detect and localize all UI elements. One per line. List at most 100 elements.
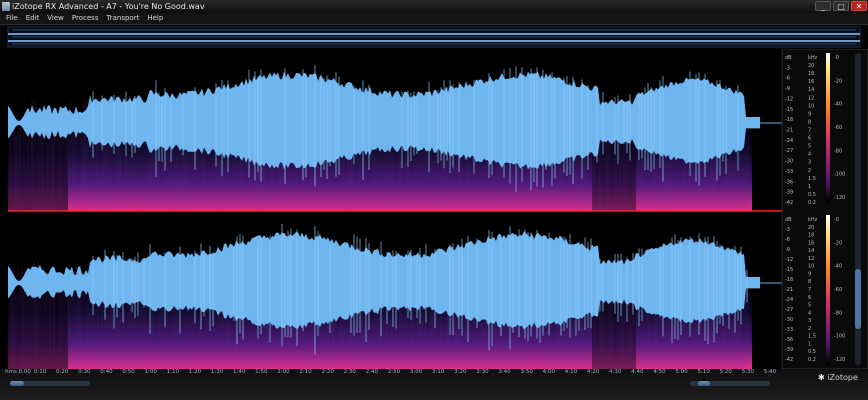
db-scale-label: -30 <box>785 159 793 165</box>
db-scale-label: -15 <box>785 267 793 273</box>
db-scale-label: -39 <box>785 347 793 353</box>
colorbar-label: -40 <box>834 264 842 270</box>
db-scale-label: -21 <box>785 128 793 134</box>
channel-right[interactable] <box>8 213 782 369</box>
time-ruler[interactable]: hms 0.00 0:10 0:20 0:30 0:40 0:50 1:00 1:10 1:20… <box>0 369 868 377</box>
amplitude-zoom-thumb[interactable] <box>698 381 710 386</box>
db-scale-label: -18 <box>785 117 793 123</box>
time-ruler-label: 2:00 <box>277 369 290 375</box>
time-ruler-label: 0:40 <box>100 369 113 375</box>
frequency-scale-label: 4 <box>808 152 811 158</box>
frequency-scale-label: 8 <box>808 119 811 125</box>
time-ruler-label: 5:10 <box>697 369 710 375</box>
colorbar-label: -40 <box>834 102 842 108</box>
time-ruler-label: 0:30 <box>78 369 91 375</box>
time-ruler-label: 2:50 <box>387 369 401 375</box>
horizontal-zoom-thumb[interactable] <box>10 381 24 386</box>
menu-help[interactable]: Help <box>143 13 167 24</box>
db-scale-label: -9 <box>785 247 790 253</box>
time-ruler-label: 1:00 <box>144 369 157 375</box>
frequency-scale-label: 20 <box>808 225 814 231</box>
frequency-scale-label: 9 <box>808 111 811 117</box>
db-scale-label: -36 <box>785 179 793 185</box>
channel-left[interactable] <box>8 51 782 211</box>
bottom-bar: hms 0.00 0:10 0:20 0:30 0:40 0:50 1:00 1:10 1:20… <box>0 369 868 400</box>
time-ruler-label: 1:40 <box>232 369 246 375</box>
time-ruler-label: 3:30 <box>476 369 489 375</box>
spectrogram-waveform-display[interactable]: dB-3-6-9-12-15-18-21-24-27-30-33-36-39-4… <box>0 48 868 370</box>
colorbar-label: -120 <box>834 195 845 201</box>
frequency-scale-label: 0.2 <box>808 357 816 363</box>
frequency-scale-label: 2 <box>808 168 811 174</box>
app-icon <box>2 2 10 11</box>
amplitude-zoom-track[interactable] <box>690 381 770 386</box>
time-ruler-label: 2:30 <box>343 369 356 375</box>
menu-bar: File Edit View Process Transport Help <box>0 13 868 25</box>
horizontal-zoom-track[interactable] <box>10 381 90 386</box>
menu-transport[interactable]: Transport <box>102 13 143 24</box>
colorbar-label: -60 <box>834 287 842 293</box>
spectrogram-editor[interactable]: dB -3 -6 -9 -12 -15 -18 -21 -24 -27 -30 -33 -36 -39 -4… <box>0 48 868 400</box>
menu-file[interactable]: File <box>2 13 22 24</box>
time-ruler-label: 2:10 <box>299 369 312 375</box>
frequency-scale-label: 1.5 <box>808 334 816 340</box>
db-scale-label: -12 <box>785 257 793 263</box>
frequency-scale-label: 7 <box>808 287 811 293</box>
frequency-scale-label: 2 <box>808 326 811 332</box>
frequency-scale-label: 16 <box>808 240 814 246</box>
time-ruler-label: 4:50 <box>653 369 666 375</box>
db-scale-label: -24 <box>785 297 793 303</box>
frequency-scale-label: 0.5 <box>808 349 816 355</box>
frequency-scale-label: 3 <box>808 160 811 166</box>
time-ruler-label: 1:20 <box>188 369 202 375</box>
spectrogram-color-bar <box>826 215 830 365</box>
frequency-scale-label: 18 <box>808 233 814 239</box>
colorbar-label: -60 <box>834 125 842 131</box>
menu-view[interactable]: View <box>43 13 68 24</box>
db-scale-label: -21 <box>785 287 793 293</box>
frequency-scale-label: 12 <box>808 95 814 101</box>
frequency-scale-label: 14 <box>808 87 814 93</box>
frequency-scale-label: 8 <box>808 279 811 285</box>
db-scale-label: -27 <box>785 148 793 154</box>
db-scale-label: -3 <box>785 65 790 71</box>
frequency-scale-label: 10 <box>808 103 814 109</box>
time-ruler-label: 5:20 <box>719 369 732 375</box>
frequency-scale-label: 9 <box>808 271 811 277</box>
time-ruler-label: 0:20 <box>56 369 69 375</box>
time-ruler-label: 1:10 <box>166 369 179 375</box>
db-scale-label: -39 <box>785 190 793 196</box>
close-button[interactable]: ✕ <box>851 1 867 11</box>
izotope-logo-text: iZotope <box>827 373 858 382</box>
maximize-button[interactable]: □ <box>833 1 849 11</box>
frequency-scale-label: kHz <box>808 55 818 61</box>
time-ruler-label: 1:50 <box>255 369 268 375</box>
menu-edit[interactable]: Edit <box>22 13 44 24</box>
time-ruler-label: 4:30 <box>608 369 622 375</box>
db-scale-label: -15 <box>785 107 793 113</box>
colorbar-label: -80 <box>834 148 842 154</box>
time-ruler-label: 3:10 <box>432 369 445 375</box>
frequency-scale-label: 6 <box>808 136 811 142</box>
time-ruler-label: 4:10 <box>564 369 578 375</box>
menu-process[interactable]: Process <box>68 13 103 24</box>
frequency-scale-label: 7 <box>808 128 811 134</box>
db-scale-label: -18 <box>785 277 793 283</box>
db-scale-label: -27 <box>785 307 793 313</box>
frequency-scale-label: 0.2 <box>808 200 816 206</box>
frequency-scale-label: 5 <box>808 303 811 309</box>
colorbar-label: -0 <box>834 217 839 223</box>
waveform-overview[interactable] <box>0 25 868 50</box>
frequency-scale-label: 4 <box>808 310 811 316</box>
colorbar-label: -80 <box>834 310 842 316</box>
frequency-scale-label: 6 <box>808 295 811 301</box>
db-scale-label: -24 <box>785 138 793 144</box>
time-ruler-label: 1:30 <box>210 369 224 375</box>
frequency-scale-label: kHz <box>808 217 818 223</box>
time-ruler-label: 0:10 <box>33 369 47 375</box>
minimize-button[interactable]: _ <box>815 1 831 11</box>
colorbar-label: -20 <box>834 240 842 246</box>
vertical-scroll-thumb[interactable] <box>855 269 861 329</box>
frequency-scale-label: 16 <box>808 79 814 85</box>
time-ruler-label: 5:30 <box>741 369 755 375</box>
